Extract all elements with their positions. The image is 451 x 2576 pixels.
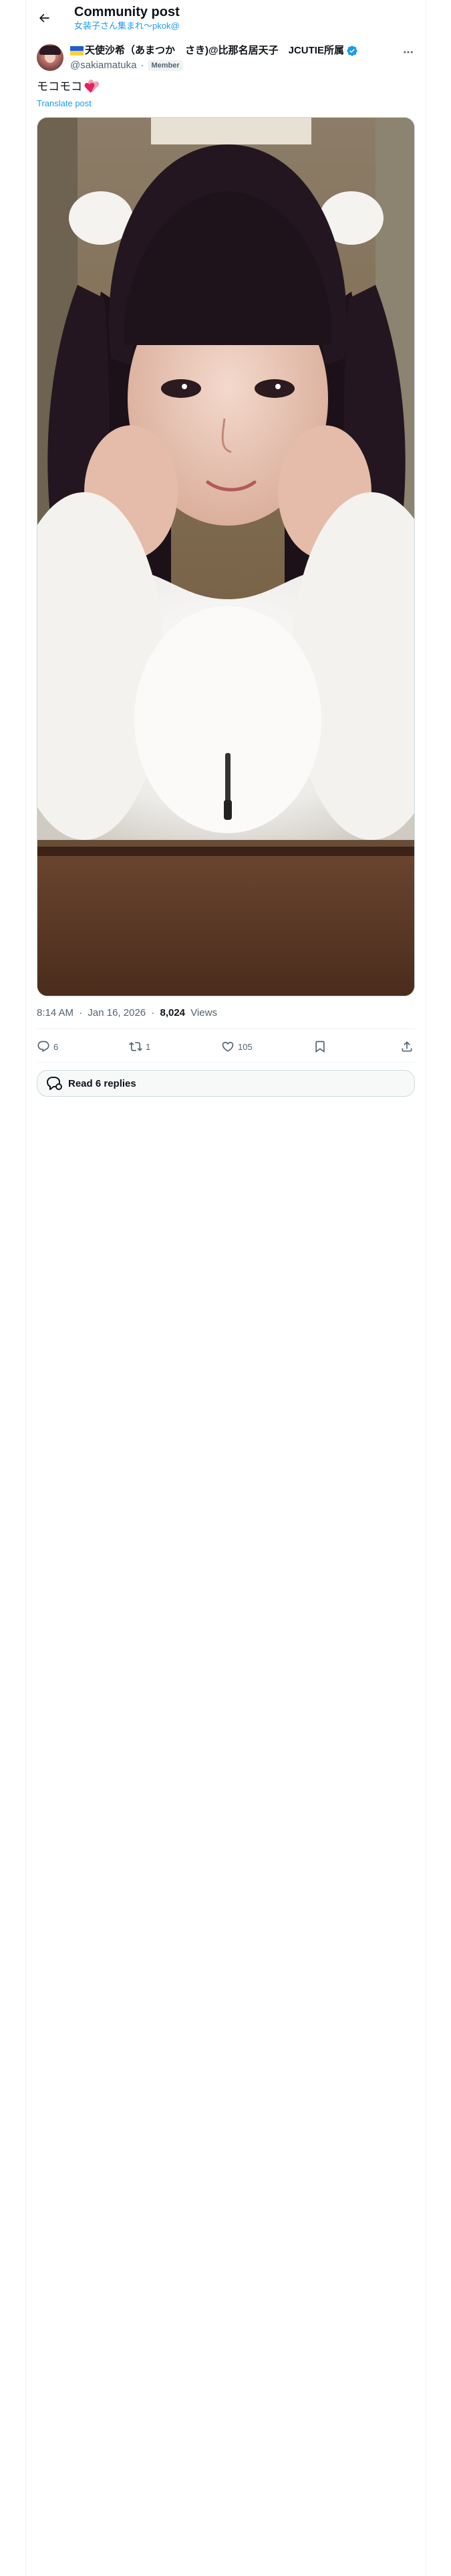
translate-post-link[interactable]: Translate post (37, 98, 92, 110)
avatar-hair (39, 45, 61, 55)
back-button[interactable] (33, 7, 55, 29)
bookmark-button[interactable] (313, 1037, 327, 1057)
author-handle[interactable]: @sakiamatuka (70, 59, 136, 72)
repost-icon (129, 1042, 142, 1051)
bookmark-icon (315, 1041, 325, 1053)
photo-illustration (37, 118, 414, 996)
more-options-button[interactable] (400, 44, 416, 60)
post-text: モコモコ (37, 79, 101, 95)
post-time[interactable]: 8:14 AM (37, 1007, 73, 1018)
author-display-name[interactable]: 天使沙希（あまつか さき)@比那名居天子 JCUTIE所属 (85, 44, 344, 58)
share-icon (402, 1041, 412, 1052)
views-label: Views (190, 1007, 217, 1018)
post-photo[interactable] (37, 117, 415, 996)
hearts-icon (84, 80, 100, 93)
reply-button[interactable]: 6 (37, 1037, 58, 1057)
views-count: 8,024 (160, 1007, 186, 1018)
share-button[interactable] (400, 1037, 414, 1057)
read-replies-label: Read 6 replies (68, 1077, 136, 1089)
chat-bubbles-icon (47, 1077, 62, 1090)
repost-button[interactable]: 1 (129, 1037, 150, 1057)
reply-count: 6 (53, 1041, 59, 1052)
avatar[interactable] (37, 44, 63, 71)
post-text-content: モコモコ (37, 80, 82, 93)
page-header: Community post 女装子さん集まれ〜pkok@ (26, 0, 426, 37)
like-count: 105 (238, 1041, 253, 1052)
meta-dot: · (151, 1007, 155, 1018)
page: Community post 女装子さん集まれ〜pkok@ 天使沙希（あまつか … (0, 0, 451, 2576)
post-actions: 6 1 105 (37, 1037, 415, 1057)
post-date[interactable]: Jan 16, 2026 (88, 1007, 146, 1018)
reply-icon (37, 1041, 49, 1053)
flag-icon (70, 46, 84, 56)
like-button[interactable]: 105 (221, 1037, 253, 1057)
author-handle-row: @sakiamatuka · Member (70, 59, 183, 72)
meta-dot: · (79, 1007, 83, 1018)
main-column: Community post 女装子さん集まれ〜pkok@ 天使沙希（あまつか … (25, 0, 426, 2576)
verified-badge-icon[interactable] (346, 45, 358, 57)
post-meta: 8:14 AM · Jan 16, 2026 · 8,024 Views (37, 1006, 217, 1020)
divider (37, 1062, 415, 1063)
page-title: Community post (74, 5, 180, 19)
heart-icon (222, 1041, 234, 1052)
author-name-row[interactable]: 天使沙希（あまつか さき)@比那名居天子 JCUTIE所属 (70, 44, 358, 58)
more-horizontal-icon (404, 51, 413, 53)
community-link[interactable]: 女装子さん集まれ〜pkok@ (74, 21, 180, 31)
member-badge: Member (148, 60, 183, 71)
arrow-left-icon (39, 13, 49, 23)
separator: · (140, 60, 144, 71)
read-replies-button[interactable]: Read 6 replies (37, 1070, 415, 1097)
repost-count: 1 (146, 1041, 151, 1052)
